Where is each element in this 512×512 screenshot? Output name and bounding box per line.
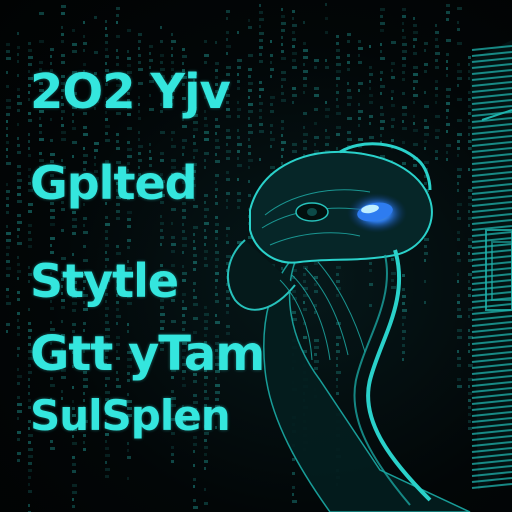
headline-line-4: Gtt yTam [30, 326, 265, 382]
creature-figure [227, 142, 471, 512]
headline-line-5: SulSplen [30, 391, 231, 440]
headline-line-2: Gplted [30, 156, 198, 210]
headline-line-3: Stytle [30, 254, 179, 308]
artwork-canvas: 2O2 Yjv Gplted Stytle Gtt yTam SulSplen [0, 0, 512, 512]
headline-line-1: 2O2 Yjv [30, 64, 231, 120]
